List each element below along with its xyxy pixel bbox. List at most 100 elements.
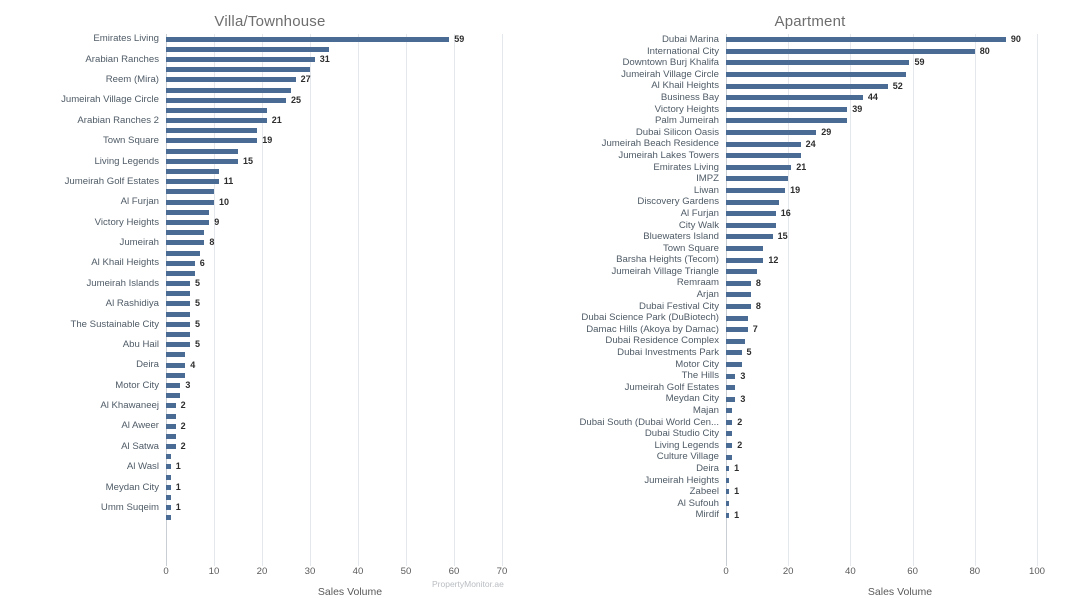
bar-row[interactable]: Al Khail Heights 52: [554, 80, 1080, 92]
bar-row[interactable]: Meydan City 1: [14, 482, 540, 492]
bar-row[interactable]: Reem (Mira) 27: [14, 75, 540, 85]
bar[interactable]: [166, 342, 190, 348]
bar-row[interactable]: Jumeirah 8: [14, 238, 540, 248]
bar-row[interactable]: Dubai Festival City 8: [554, 301, 1080, 313]
bar[interactable]: [166, 67, 310, 73]
bar[interactable]: [726, 48, 975, 54]
bar[interactable]: [166, 87, 291, 93]
bar[interactable]: [726, 106, 848, 112]
bar-row[interactable]: Jumeirah Village Circle 25: [14, 95, 540, 105]
bar-row[interactable]: Emirates Living 59: [14, 34, 540, 44]
bar[interactable]: [166, 199, 214, 205]
bar-row[interactable]: Mirdif 1: [554, 509, 1080, 521]
bar-row[interactable]: The Hills 3: [554, 370, 1080, 382]
bar-row[interactable]: Town Square 19: [14, 136, 540, 146]
bar[interactable]: [166, 179, 219, 185]
bar[interactable]: [726, 130, 817, 136]
bar[interactable]: [726, 211, 776, 217]
bar[interactable]: [166, 158, 238, 164]
bar-row[interactable]: Downtown Burj Khalifa 59: [554, 57, 1080, 69]
bar-row[interactable]: Deira 4: [14, 360, 540, 370]
bar-row[interactable]: Jumeirah Golf Estates 3: [554, 382, 1080, 394]
bar[interactable]: [726, 60, 910, 66]
bar[interactable]: [726, 350, 742, 356]
bar[interactable]: [166, 311, 190, 317]
bar-row[interactable]: Motor City 5: [554, 359, 1080, 371]
bar-row[interactable]: Barsha Heights (Tecom) 12: [554, 254, 1080, 266]
bar-row[interactable]: City Walk 16: [554, 220, 1080, 232]
bar-row[interactable]: 11: [14, 166, 540, 176]
bar-row[interactable]: Dubai Science Park (DuBiotech) 7: [554, 312, 1080, 324]
bar[interactable]: [166, 56, 315, 62]
bar[interactable]: [166, 301, 190, 307]
bar-row[interactable]: 5: [14, 309, 540, 319]
bar-row[interactable]: 21: [14, 105, 540, 115]
bar-row[interactable]: 1: [14, 452, 540, 462]
bar-row[interactable]: Bluewaters Island 15: [554, 231, 1080, 243]
bar[interactable]: [726, 95, 863, 101]
bar-row[interactable]: 34: [14, 44, 540, 54]
bar-row[interactable]: IMPZ 20: [554, 173, 1080, 185]
bar-row[interactable]: Town Square 12: [554, 243, 1080, 255]
bar-row[interactable]: Al Satwa 2: [14, 442, 540, 452]
bar[interactable]: [726, 234, 773, 240]
bar[interactable]: [726, 269, 758, 275]
bar-row[interactable]: Arjan 8: [554, 289, 1080, 301]
bar-row[interactable]: 1: [14, 513, 540, 523]
bar[interactable]: [166, 36, 450, 42]
bar-row[interactable]: Dubai Residence Complex 6: [554, 335, 1080, 347]
bar-row[interactable]: 4: [14, 350, 540, 360]
bar[interactable]: [726, 408, 733, 414]
bar[interactable]: [726, 327, 748, 333]
bar-row[interactable]: Al Khail Heights 6: [14, 258, 540, 268]
bar[interactable]: [726, 176, 789, 182]
bar[interactable]: [726, 501, 730, 507]
bar-row[interactable]: Jumeirah Village Triangle 10: [554, 266, 1080, 278]
bar-row[interactable]: Victory Heights 9: [14, 217, 540, 227]
bar[interactable]: [166, 270, 195, 276]
bar[interactable]: [166, 321, 190, 327]
bar[interactable]: [166, 46, 330, 52]
bar-row[interactable]: Liwan 19: [554, 185, 1080, 197]
bar[interactable]: [166, 444, 176, 450]
bar[interactable]: [726, 454, 733, 460]
bar-row[interactable]: 9: [14, 207, 540, 217]
bar[interactable]: [726, 443, 733, 449]
bar-row[interactable]: Dubai Marina 90: [554, 34, 1080, 46]
bar[interactable]: [726, 188, 786, 194]
bar[interactable]: [166, 393, 181, 399]
bar-row[interactable]: 4: [14, 370, 540, 380]
bar-row[interactable]: Dubai Investments Park 5: [554, 347, 1080, 359]
bar[interactable]: [166, 240, 205, 246]
bar-row[interactable]: Al Khawaneej 2: [14, 401, 540, 411]
bar[interactable]: [166, 505, 171, 511]
bar[interactable]: [166, 260, 195, 266]
bar[interactable]: [726, 489, 730, 495]
bar[interactable]: [166, 403, 176, 409]
bar-row[interactable]: Jumeirah Heights 1: [554, 475, 1080, 487]
bar[interactable]: [726, 315, 748, 321]
bar-row[interactable]: Damac Hills (Akoya by Damac) 7: [554, 324, 1080, 336]
bar[interactable]: [166, 107, 267, 113]
bar[interactable]: [726, 83, 888, 89]
bar-row[interactable]: 8: [14, 228, 540, 238]
bar[interactable]: [166, 128, 258, 134]
bar[interactable]: [726, 153, 801, 159]
bar-row[interactable]: Living Legends 15: [14, 156, 540, 166]
bar[interactable]: [166, 148, 238, 154]
bar-row[interactable]: Jumeirah Lakes Towers 24: [554, 150, 1080, 162]
bar[interactable]: [166, 382, 181, 388]
bar[interactable]: [166, 515, 171, 521]
bar-row[interactable]: Al Rashidiya 5: [14, 299, 540, 309]
bar-row[interactable]: 10: [14, 187, 540, 197]
bar-row[interactable]: Dubai South (Dubai World Cen... 2: [554, 417, 1080, 429]
bar[interactable]: [166, 189, 214, 195]
bar[interactable]: [726, 141, 801, 147]
bar[interactable]: [726, 373, 736, 379]
bar[interactable]: [166, 209, 210, 215]
bar-row[interactable]: 2: [14, 411, 540, 421]
bar[interactable]: [166, 362, 186, 368]
bar-row[interactable]: 30: [14, 65, 540, 75]
bar[interactable]: [726, 419, 733, 425]
bar-row[interactable]: Jumeirah Golf Estates 11: [14, 177, 540, 187]
